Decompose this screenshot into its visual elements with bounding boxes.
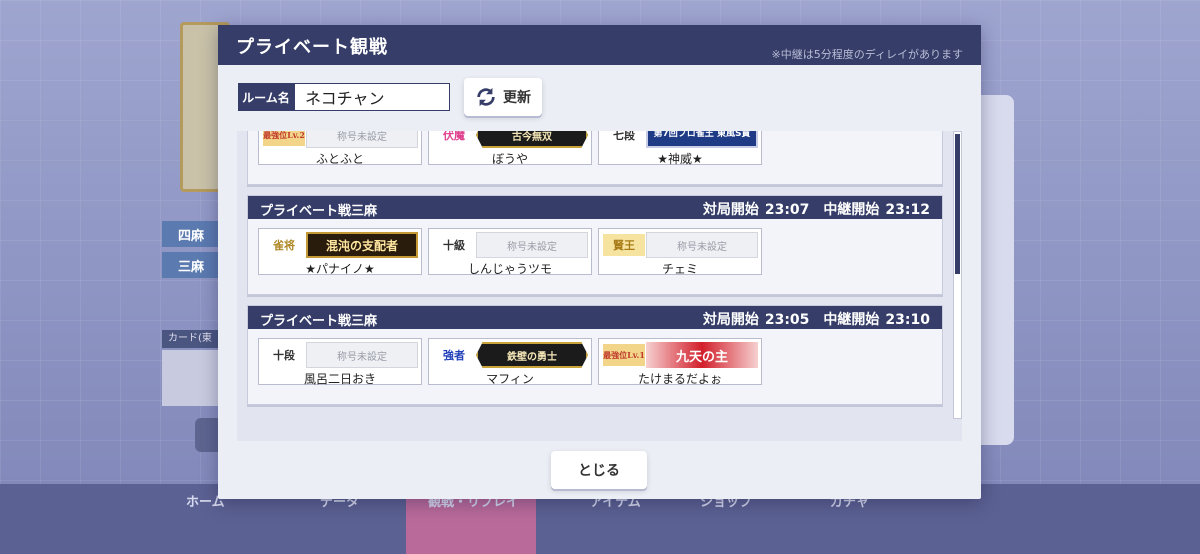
player-card[interactable]: 十段 称号未設定 風呂二日おき <box>258 338 422 386</box>
player-name: たけまるだよぉ <box>637 372 722 386</box>
rank-badge: 最強位Lv.2 <box>263 131 305 146</box>
room-times: 対局開始 23:07 中継開始 23:12 <box>702 202 930 218</box>
private-spectate-dialog: プライベート観戦 ※中継は5分程度のディレイがあります ルーム名 更新 <box>218 25 981 499</box>
card-label: カード(東 <box>162 330 218 348</box>
player-card[interactable]: 七段 第7回プロ雀王 東風S賞 ★神威★ <box>598 131 762 166</box>
close-button[interactable]: とじる <box>551 451 647 489</box>
title-plate: 称号未設定 <box>306 131 418 148</box>
player-name: チェミ <box>661 262 698 276</box>
rank-badge: 十段 <box>273 349 295 362</box>
rank-badge: 最強位Lv.1 <box>603 344 645 366</box>
room-search-row: ルーム名 <box>238 83 450 113</box>
player-card[interactable]: 最強位Lv.2 称号未設定 ふとふと <box>258 131 422 166</box>
title-plate: 鉄壁の勇士 <box>476 342 588 368</box>
player-name: 風呂二日おき <box>303 372 376 386</box>
player-card[interactable]: 強者 鉄壁の勇士 マフィン <box>428 338 592 386</box>
room-card-header: プライベート戦三麻 対局開始 23:05 中継開始 23:10 <box>248 306 942 329</box>
player-name: マフィン <box>486 372 534 386</box>
room-name: プライベート戦三麻 <box>260 314 378 329</box>
title-plate: 九天の主 <box>646 342 758 368</box>
room-name-input[interactable] <box>294 83 450 111</box>
room-card[interactable]: プライベート戦三麻 対局開始 23:07 中継開始 23:12 雀将 混沌の支配者 ★… <box>247 195 943 295</box>
title-plate: 混沌の支配者 <box>306 232 418 258</box>
room-card[interactable]: プライベート戦三麻 対局開始 23:05 中継開始 23:10 十段 称号未設定 風呂… <box>247 305 943 405</box>
title-plate: 第7回プロ雀王 東風S賞 <box>646 131 758 148</box>
player-list: 十段 称号未設定 風呂二日おき 強者 鉄壁の勇士 マフィン 最強位Lv.1 九天… <box>258 338 762 386</box>
rank-badge: 強者 <box>443 349 465 362</box>
player-list: 最強位Lv.2 称号未設定 ふとふと 伏魔 古今無双 ぼうや 七段 第7回プロ雀… <box>258 131 762 166</box>
room-card-header: プライベート戦三麻 対局開始 23:07 中継開始 23:12 <box>248 196 942 219</box>
dialog-header: プライベート観戦 ※中継は5分程度のディレイがあります <box>218 25 981 65</box>
player-name: ★神威★ <box>657 152 703 166</box>
room-name: プライベート戦三麻 <box>260 204 378 219</box>
title-plate: 称号未設定 <box>646 232 758 258</box>
rank-badge: 伏魔 <box>443 131 465 142</box>
rank-badge: 十級 <box>443 239 465 252</box>
room-list[interactable]: 最強位Lv.2 称号未設定 ふとふと 伏魔 古今無双 ぼうや 七段 第7回プロ雀… <box>237 131 962 441</box>
refresh-icon <box>477 87 495 107</box>
rank-badge: 七段 <box>613 131 635 142</box>
rank-badge: 雀将 <box>273 239 295 252</box>
back-arrow-icon[interactable] <box>195 418 219 452</box>
player-name: ふとふと <box>315 152 364 166</box>
player-name: ぼうや <box>491 152 528 166</box>
tab-3ma[interactable]: 三麻 <box>162 252 218 278</box>
room-times: 対局開始 23:05 中継開始 23:10 <box>702 312 930 328</box>
title-plate: 古今無双 <box>476 131 588 148</box>
tab-4ma[interactable]: 四麻 <box>162 221 218 247</box>
player-card[interactable]: 雀将 混沌の支配者 ★パナイノ★ <box>258 228 422 276</box>
title-plate: 称号未設定 <box>306 342 418 368</box>
scrollbar[interactable] <box>953 131 962 419</box>
player-card[interactable]: 伏魔 古今無双 ぼうや <box>428 131 592 166</box>
player-name: しんじゃうツモ <box>467 262 552 276</box>
dialog-title: プライベート観戦 <box>236 37 388 58</box>
player-card[interactable]: 十級 称号未設定 しんじゃうツモ <box>428 228 592 276</box>
player-card[interactable]: 最強位Lv.1 九天の主 たけまるだよぉ <box>598 338 762 386</box>
room-card[interactable]: 最強位Lv.2 称号未設定 ふとふと 伏魔 古今無双 ぼうや 七段 第7回プロ雀… <box>247 131 943 185</box>
player-card[interactable]: 賢王 称号未設定 チェミ <box>598 228 762 276</box>
title-plate: 称号未設定 <box>476 232 588 258</box>
background-panel <box>980 95 1014 445</box>
player-name: ★パナイノ★ <box>305 262 375 276</box>
player-list: 雀将 混沌の支配者 ★パナイノ★ 十級 称号未設定 しんじゃうツモ 賢王 称号未… <box>258 228 762 276</box>
rank-badge: 賢王 <box>603 234 645 256</box>
refresh-button[interactable]: 更新 <box>464 78 542 116</box>
scrollbar-thumb[interactable] <box>955 134 960 274</box>
room-name-label: ルーム名 <box>238 83 294 111</box>
card-thumbnail <box>162 350 218 406</box>
delay-note: ※中継は5分程度のディレイがあります <box>771 48 963 61</box>
refresh-label: 更新 <box>503 90 531 106</box>
